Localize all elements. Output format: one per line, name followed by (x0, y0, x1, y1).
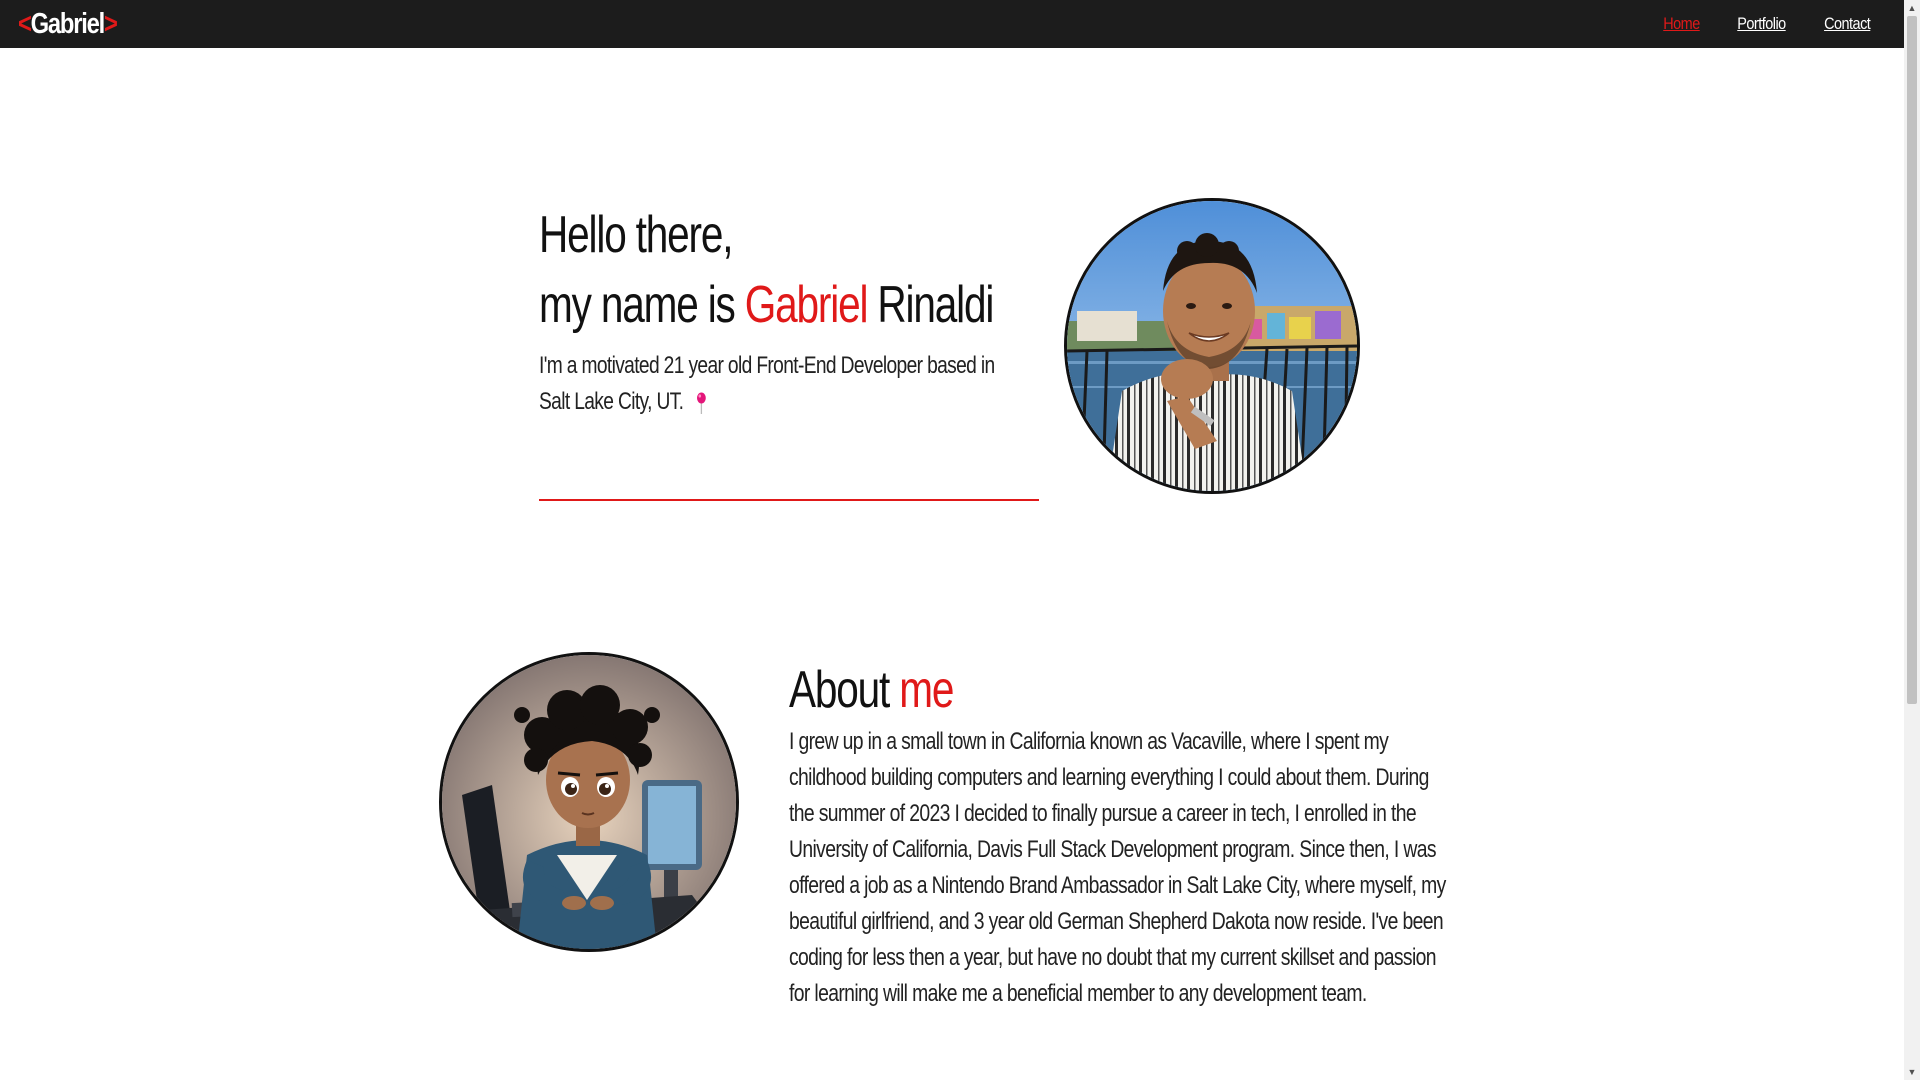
about-paragraph: I grew up in a small town in California … (789, 728, 1446, 1007)
hero-first-name: Gabriel (744, 276, 869, 334)
hero-description-line2: Salt Lake City, UT. (539, 388, 684, 415)
about-title-word: About (789, 661, 900, 719)
navbar: <Gabriel> Home Portfolio Contact (0, 0, 1904, 48)
page: <Gabriel> Home Portfolio Contact Hello t… (0, 0, 1920, 1080)
logo-text: Gabriel (30, 8, 106, 40)
nav-link-home[interactable]: Home (1663, 14, 1700, 34)
about-section: About me I grew up in a small town in Ca… (789, 656, 1489, 1012)
hero-last-name: Rinaldi (867, 276, 994, 334)
about-heading: About me (789, 656, 1335, 724)
location-pin-icon (697, 392, 707, 414)
logo-bracket-right: > (103, 8, 118, 40)
nav-link-contact[interactable]: Contact (1824, 14, 1871, 34)
hero-description-line1: I'm a motivated 21 year old Front-End De… (539, 352, 995, 379)
scroll-up-arrow-icon[interactable]: ▲ (1904, 0, 1920, 16)
hero-section: Hello there, my name is Gabriel Rinaldi … (539, 200, 1059, 420)
nav-links: Home Portfolio Contact (1660, 0, 1874, 48)
hero-heading: Hello there, my name is Gabriel Rinaldi (539, 200, 994, 340)
scrollbar-thumb[interactable] (1907, 16, 1917, 704)
hero-name-prefix: my name is (539, 276, 745, 334)
logo-bracket-left: < (18, 8, 32, 40)
nav-link-portfolio[interactable]: Portfolio (1737, 14, 1786, 34)
scroll-down-arrow-icon[interactable]: ▼ (1904, 1064, 1920, 1080)
about-title-accent: me (899, 661, 954, 719)
site-logo[interactable]: <Gabriel> (18, 6, 118, 42)
profile-photo (1064, 198, 1360, 494)
page-scrollbar[interactable]: ▲ ▼ (1904, 0, 1920, 1080)
hero-divider (539, 499, 1039, 501)
avatar-illustration (439, 652, 739, 952)
hero-description: I'm a motivated 21 year old Front-End De… (539, 348, 1051, 420)
hero-greeting: Hello there, (539, 206, 734, 264)
